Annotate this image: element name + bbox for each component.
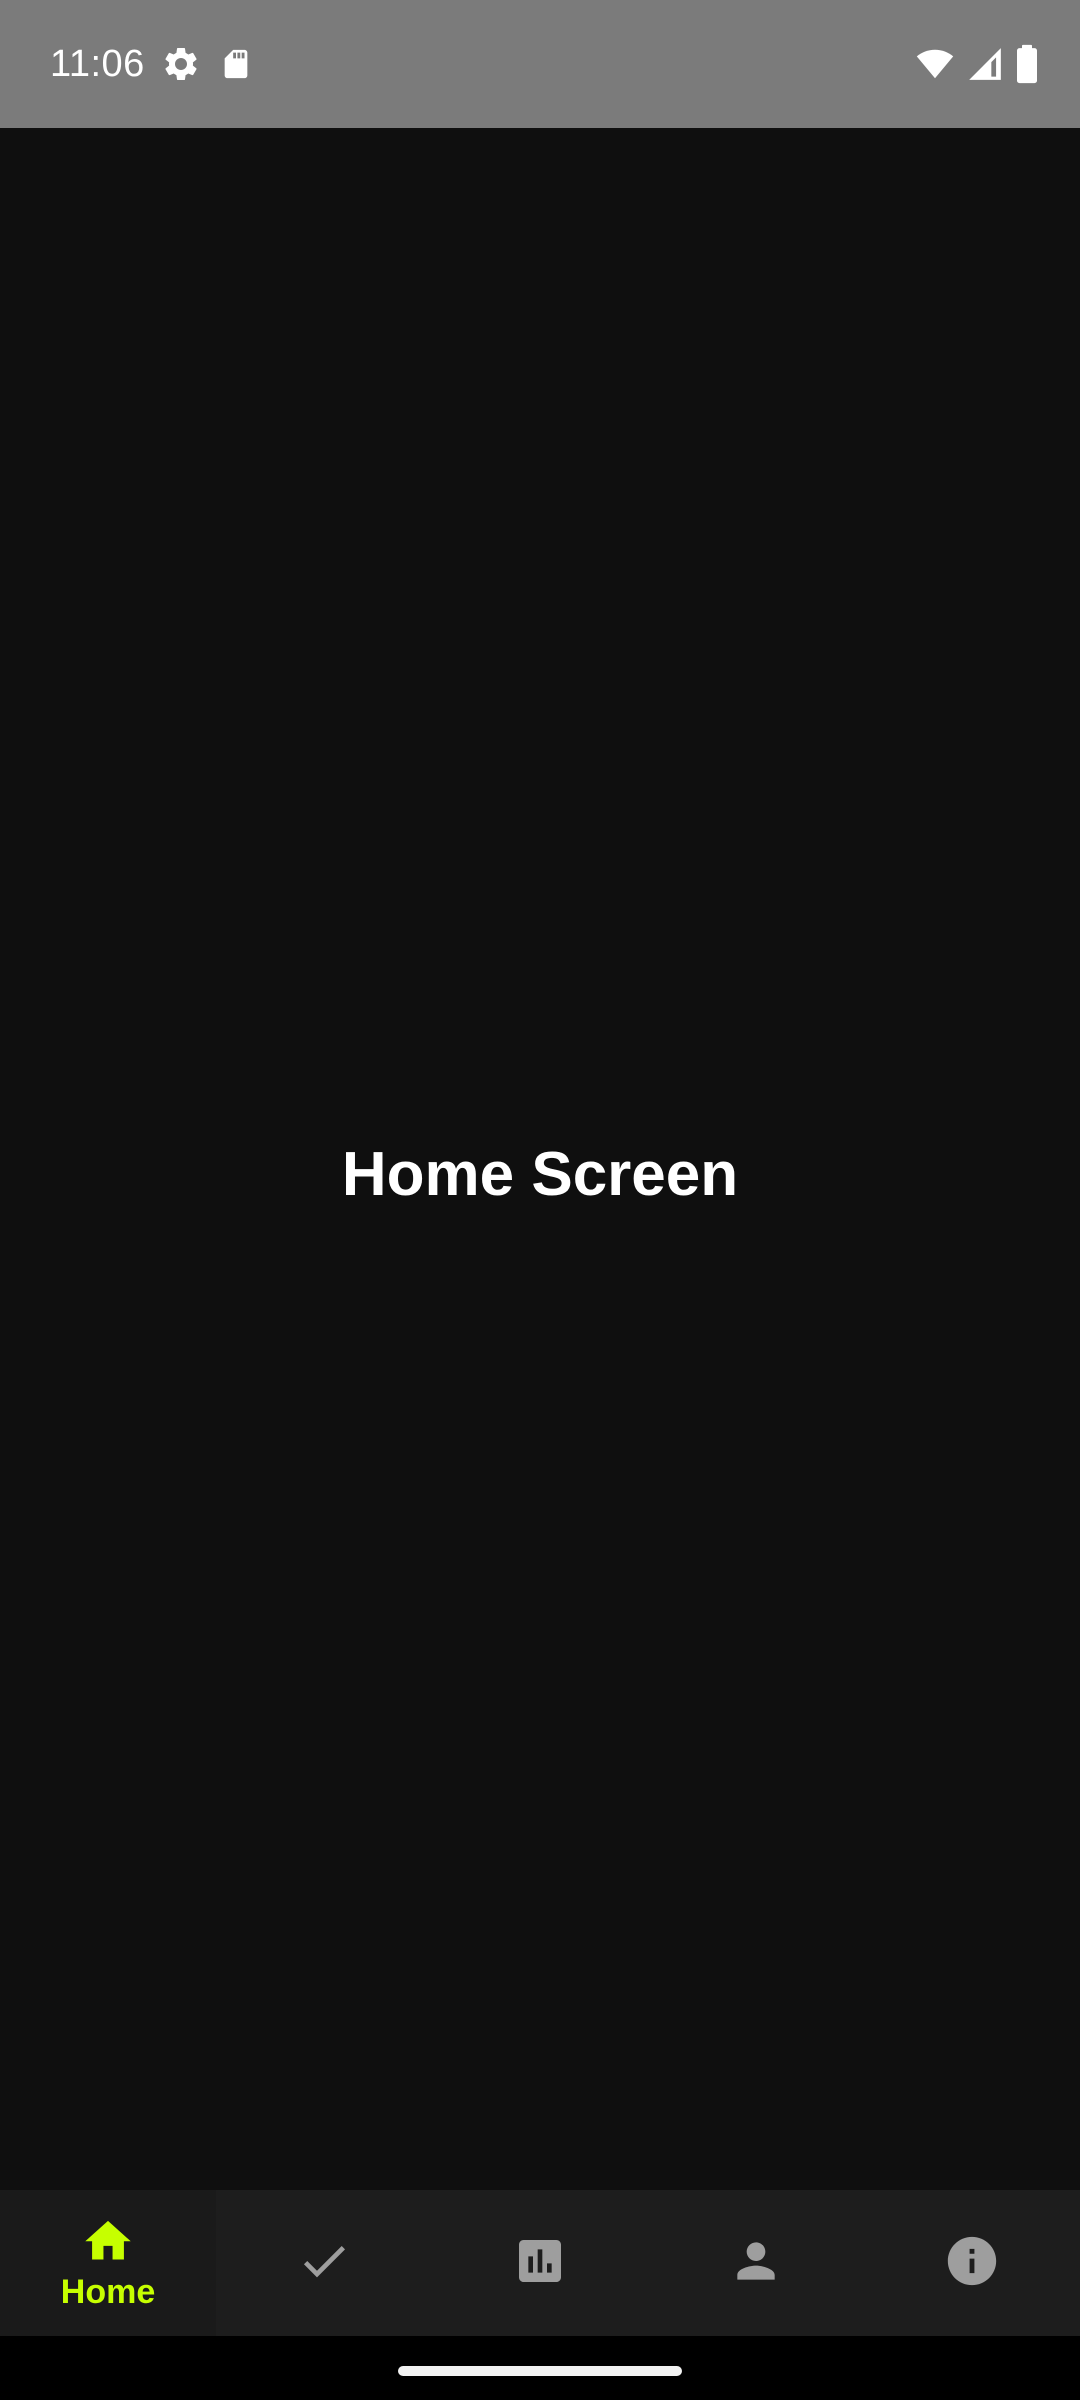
sd-card-icon bbox=[219, 45, 253, 83]
bottom-navigation: Home bbox=[0, 2190, 1080, 2336]
gesture-navigation-area bbox=[0, 2336, 1080, 2400]
wifi-icon bbox=[914, 45, 956, 83]
main-content: Home Screen bbox=[0, 128, 1080, 2190]
check-icon bbox=[296, 2233, 352, 2294]
cell-signal-icon bbox=[966, 45, 1004, 83]
status-left: 11:06 bbox=[50, 43, 271, 86]
nav-item-info[interactable] bbox=[864, 2190, 1080, 2336]
battery-icon bbox=[1014, 44, 1040, 84]
gesture-handle[interactable] bbox=[398, 2366, 682, 2376]
status-right bbox=[914, 44, 1040, 84]
nav-item-home[interactable]: Home bbox=[0, 2190, 216, 2336]
settings-gear-icon bbox=[161, 44, 201, 84]
home-icon bbox=[80, 2214, 136, 2269]
status-time: 11:06 bbox=[50, 42, 145, 85]
nav-label-home: Home bbox=[60, 2273, 156, 2311]
info-icon bbox=[943, 2232, 1001, 2295]
nav-item-check[interactable] bbox=[216, 2190, 432, 2336]
nav-item-stats[interactable] bbox=[432, 2190, 648, 2336]
bar-chart-icon bbox=[512, 2233, 568, 2294]
nav-item-profile[interactable] bbox=[648, 2190, 864, 2336]
status-bar: 11:06 bbox=[0, 0, 1080, 128]
page-title: Home Screen bbox=[341, 1139, 739, 1209]
person-icon bbox=[728, 2233, 784, 2294]
